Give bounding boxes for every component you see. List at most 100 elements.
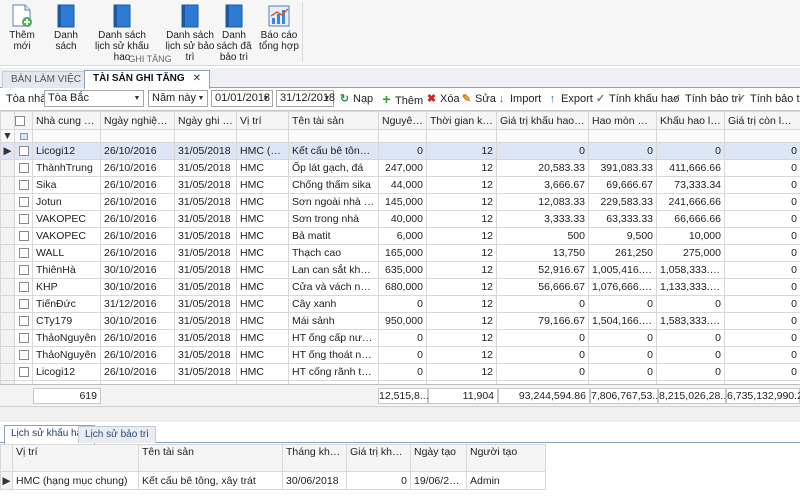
table-cell[interactable]: 0 [724,227,800,245]
row-checkbox[interactable] [14,312,33,330]
table-cell[interactable]: 26/10/2016 [100,142,175,160]
table-row[interactable]: CTy179 30/10/2016 31/05/2018 HMC Mái sảnh 950… [0,312,800,330]
table-cell[interactable]: 40,000 [378,210,427,228]
table-cell[interactable]: 26/10/2016 [100,176,175,194]
table-cell[interactable]: 0 [588,363,657,381]
table-cell[interactable]: 0 [588,142,657,160]
table-cell[interactable]: 26/10/2016 [100,210,175,228]
table-cell[interactable]: 635,000 [378,261,427,279]
table-cell[interactable]: 1,058,333.34 [656,261,725,279]
table-cell[interactable]: 12 [426,329,497,347]
table-cell[interactable]: 0 [496,295,589,313]
table-cell[interactable]: 1,005,416.67 [588,261,657,279]
filter-cell[interactable] [378,129,427,143]
row-checkbox[interactable] [14,176,33,194]
table-cell[interactable]: 12 [426,278,497,296]
table-cell[interactable]: 66,666.66 [656,210,725,228]
table-cell[interactable]: 0 [656,295,725,313]
filter-cell[interactable] [236,129,289,143]
column-header[interactable]: Nguyên giá [378,111,427,130]
row-checkbox[interactable] [14,363,33,381]
table-cell[interactable]: 26/10/2016 [100,363,175,381]
table-cell[interactable]: 0 [656,346,725,364]
table-cell[interactable]: 0 [724,363,800,381]
table-row[interactable]: ThảoNguyên26/10/201631/05/2018HMCHT ống … [0,329,800,347]
filter-cell[interactable] [426,129,497,143]
column-header[interactable]: Khấu hao lũy kế [656,111,725,130]
load-button[interactable]: ↻ Nạp [338,91,373,107]
table-cell[interactable]: 12 [426,142,497,160]
table-row[interactable]: ▶ HMC (hạng mục chung) Kết cấu bê tông, … [0,471,546,490]
tab-workspace[interactable]: BÀN LÀM VIỆC [2,71,91,88]
table-cell[interactable]: 31/05/2018 [174,159,237,177]
table-cell[interactable]: Jotun [32,193,101,211]
table-row[interactable]: ThànhTrung 26/10/2016 31/05/2018 HMC Ốp lát … [0,159,800,177]
table-cell[interactable]: 12 [426,244,497,262]
table-cell[interactable]: Thạch cao [288,244,379,262]
table-cell[interactable]: Lan can sắt khu vực s... [288,261,379,279]
table-cell[interactable]: 31/05/2018 [174,363,237,381]
table-row[interactable]: Jotun 26/10/2016 31/05/2018 HMC Sơn ngoài nh… [0,193,800,211]
table-cell[interactable]: 0 [378,363,427,381]
table-cell[interactable]: 12 [426,312,497,330]
table-cell[interactable]: 9,500 [588,227,657,245]
select-all-checkbox[interactable] [14,111,33,130]
table-cell[interactable]: 0 [724,176,800,194]
table-cell[interactable]: ThảoNguyên [32,346,101,364]
table-cell[interactable]: Mái sảnh [288,312,379,330]
table-cell[interactable]: 12 [426,346,497,364]
table-cell[interactable]: 165,000 [378,244,427,262]
table-cell[interactable]: HT ống thoát nước + PK [288,346,379,364]
table-cell[interactable]: 44,000 [378,176,427,194]
table-cell[interactable]: HMC [236,312,289,330]
close-tab-icon[interactable]: ✕ [193,73,201,84]
table-cell[interactable]: ThànhTrung [32,159,101,177]
table-cell[interactable]: 145,000 [378,193,427,211]
table-cell[interactable]: 0 [378,295,427,313]
table-cell[interactable]: 12 [426,363,497,381]
row-checkbox[interactable] [14,244,33,262]
table-cell[interactable]: Kết cấu bê tông, xây trát [138,471,283,490]
table-cell[interactable]: WALL [32,244,101,262]
table-cell[interactable]: Licogi12 [32,142,101,160]
calculate-maintenance-button[interactable]: ✓ Tính bảo trì [670,91,741,107]
table-cell[interactable]: 0 [496,346,589,364]
filter-cell[interactable] [100,129,175,143]
table-cell[interactable]: 69,666.67 [588,176,657,194]
maintenance-history-list-button[interactable]: Danh sách lịch sử bảo trì [162,0,218,63]
row-checkbox[interactable] [14,329,33,347]
date-from-picker[interactable]: 01/01/2018 ▼ [211,90,273,107]
table-cell[interactable]: 30/10/2016 [100,261,175,279]
table-cell[interactable]: ThiênHà [32,261,101,279]
add-new-button[interactable]: Thêm mới [2,0,42,52]
table-cell[interactable]: 1,504,166.67 [588,312,657,330]
table-cell[interactable]: 31/05/2018 [174,193,237,211]
table-cell[interactable]: 0 [656,329,725,347]
table-cell[interactable]: 12 [426,176,497,194]
table-cell[interactable]: 31/12/2016 [100,295,175,313]
filter-cell[interactable] [14,129,33,143]
table-cell[interactable]: ThảoNguyên [32,329,101,347]
calculate-maintenance-button-2[interactable]: ✓Tính bảo trì c [735,91,800,107]
table-cell[interactable]: HMC [236,295,289,313]
maintained-list-button[interactable]: Danh sách đã bảo trì [212,0,256,63]
table-cell[interactable]: 31/05/2018 [174,244,237,262]
table-cell[interactable]: 0 [588,295,657,313]
table-cell[interactable]: 0 [588,329,657,347]
table-cell[interactable]: 20,583.33 [496,159,589,177]
table-row[interactable]: Sika 26/10/2016 31/05/2018 HMC Chống thấm si… [0,176,800,194]
table-cell[interactable]: 411,666.66 [656,159,725,177]
table-cell[interactable]: 31/05/2018 [174,261,237,279]
table-cell[interactable]: 31/05/2018 [174,142,237,160]
table-cell[interactable]: 0 [724,193,800,211]
table-cell[interactable]: 19/06/2018 [410,471,467,490]
table-cell[interactable]: 0 [724,278,800,296]
filter-cell[interactable] [656,129,725,143]
table-cell[interactable]: Kết cấu bê tông, xây ... [288,142,379,160]
table-cell[interactable]: HMC [236,193,289,211]
table-cell[interactable]: 3,666.67 [496,176,589,194]
table-cell[interactable]: Cửa và vách nhôm kí... [288,278,379,296]
table-cell[interactable]: 241,666.66 [656,193,725,211]
table-cell[interactable]: 12 [426,159,497,177]
table-cell[interactable]: CTy179 [32,312,101,330]
